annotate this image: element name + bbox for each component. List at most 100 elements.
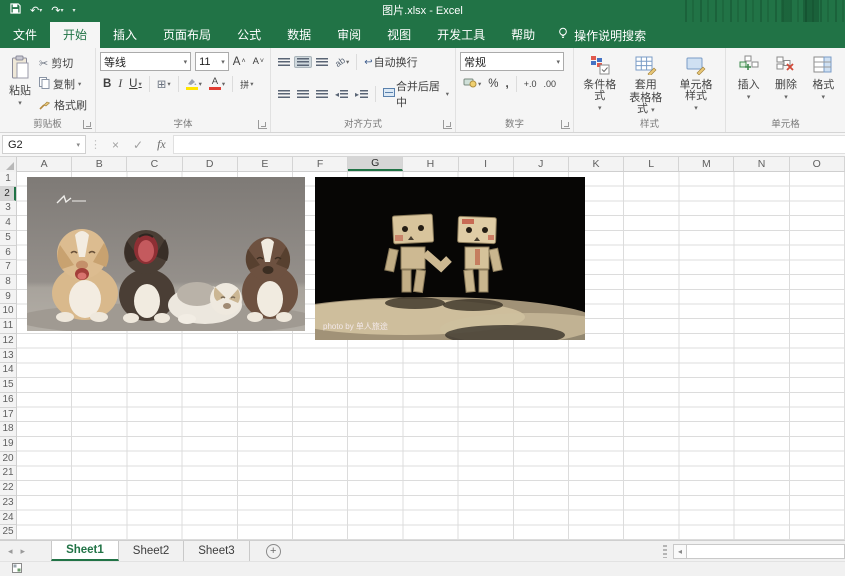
- tab-formulas[interactable]: 公式: [224, 22, 274, 48]
- row-header-7[interactable]: 7: [0, 260, 16, 275]
- tab-data[interactable]: 数据: [274, 22, 324, 48]
- name-box[interactable]: G2 ▾: [2, 135, 86, 154]
- row-header-19[interactable]: 19: [0, 437, 16, 452]
- decrease-decimal-button[interactable]: .00: [540, 77, 559, 91]
- row-header-6[interactable]: 6: [0, 246, 16, 261]
- insert-cells-button[interactable]: 插入 ▾: [733, 52, 765, 104]
- hscroll-left-icon[interactable]: ◂: [673, 544, 687, 559]
- row-header-16[interactable]: 16: [0, 393, 16, 408]
- column-header-C[interactable]: C: [127, 157, 182, 171]
- number-format-select[interactable]: 常规 ▾: [460, 52, 564, 71]
- row-header-23[interactable]: 23: [0, 496, 16, 511]
- format-painter-button[interactable]: 格式刷: [36, 96, 90, 114]
- cancel-icon[interactable]: ×: [105, 138, 126, 152]
- customize-qat-icon[interactable]: ▾: [72, 0, 75, 22]
- clipboard-dialog-launcher[interactable]: [83, 120, 92, 129]
- row-header-4[interactable]: 4: [0, 216, 16, 231]
- bold-button[interactable]: B: [100, 76, 114, 92]
- select-all-corner[interactable]: [0, 157, 17, 172]
- tab-insert[interactable]: 插入: [100, 22, 150, 48]
- align-center-button[interactable]: [294, 88, 312, 100]
- row-header-11[interactable]: 11: [0, 319, 16, 334]
- horizontal-scrollbar[interactable]: [687, 544, 845, 559]
- row-header-8[interactable]: 8: [0, 275, 16, 290]
- tab-page-layout[interactable]: 页面布局: [150, 22, 224, 48]
- column-header-J[interactable]: J: [514, 157, 569, 171]
- column-header-K[interactable]: K: [569, 157, 624, 171]
- row-header-24[interactable]: 24: [0, 511, 16, 526]
- copy-button[interactable]: 复制 ▾: [36, 75, 90, 93]
- font-name-select[interactable]: 等线 ▾: [100, 52, 191, 71]
- column-header-E[interactable]: E: [238, 157, 293, 171]
- macro-record-icon[interactable]: [12, 560, 22, 576]
- font-color-button[interactable]: A ▾: [206, 76, 228, 92]
- danbo-image[interactable]: photo by 单人旅途: [315, 177, 585, 345]
- decrease-indent-button[interactable]: ◂: [332, 88, 351, 101]
- tab-review[interactable]: 审阅: [324, 22, 374, 48]
- italic-button[interactable]: I: [115, 76, 125, 92]
- redo-icon[interactable]: ↷▾: [51, 0, 63, 22]
- column-header-N[interactable]: N: [734, 157, 789, 171]
- row-header-2[interactable]: 2: [0, 187, 16, 202]
- tell-me-search[interactable]: 操作说明搜索: [548, 22, 656, 48]
- format-cells-button[interactable]: 格式 ▾: [807, 52, 839, 104]
- sheet-nav-left-icon[interactable]: ◂: [0, 541, 21, 561]
- sheet-tab-sheet3[interactable]: Sheet3: [184, 541, 249, 561]
- row-header-25[interactable]: 25: [0, 525, 16, 540]
- tab-home[interactable]: 开始: [50, 22, 100, 48]
- phonetic-guide-button[interactable]: 拼▾: [237, 76, 256, 93]
- shrink-font-button[interactable]: A˅: [250, 54, 267, 69]
- row-header-10[interactable]: 10: [0, 304, 16, 319]
- number-dialog-launcher[interactable]: [561, 120, 570, 129]
- tab-help[interactable]: 帮助: [498, 22, 548, 48]
- align-right-button[interactable]: [313, 88, 331, 100]
- sheet-tab-sheet2[interactable]: Sheet2: [119, 541, 184, 561]
- column-header-H[interactable]: H: [403, 157, 458, 171]
- cut-button[interactable]: ✂ 剪切: [36, 54, 90, 72]
- row-header-20[interactable]: 20: [0, 452, 16, 467]
- undo-icon[interactable]: ↶▾: [30, 0, 42, 22]
- merge-center-button[interactable]: 合并后居中 ▾: [380, 76, 452, 112]
- sheet-tab-sheet1[interactable]: Sheet1: [51, 541, 119, 561]
- column-header-F[interactable]: F: [293, 157, 348, 171]
- increase-indent-button[interactable]: ▸: [352, 88, 371, 101]
- alignment-dialog-launcher[interactable]: [443, 120, 452, 129]
- row-header-21[interactable]: 21: [0, 466, 16, 481]
- column-header-D[interactable]: D: [183, 157, 238, 171]
- column-header-A[interactable]: A: [17, 157, 72, 171]
- column-header-G[interactable]: G: [348, 157, 403, 171]
- cell-styles-button[interactable]: 单元格样式 ▾: [670, 52, 722, 115]
- insert-function-icon[interactable]: fx: [150, 137, 173, 152]
- paste-button[interactable]: 粘贴 ▾: [4, 52, 36, 110]
- percent-style-button[interactable]: %: [485, 76, 501, 92]
- row-header-9[interactable]: 9: [0, 290, 16, 305]
- row-header-15[interactable]: 15: [0, 378, 16, 393]
- grow-font-button[interactable]: A˄: [230, 54, 249, 70]
- bottom-align-button[interactable]: [313, 56, 331, 68]
- underline-button[interactable]: U▾: [126, 76, 145, 92]
- tab-file[interactable]: 文件: [0, 22, 50, 48]
- align-left-button[interactable]: [275, 88, 293, 100]
- column-header-I[interactable]: I: [459, 157, 514, 171]
- column-header-B[interactable]: B: [72, 157, 127, 171]
- middle-align-button[interactable]: [294, 56, 312, 68]
- borders-button[interactable]: ⊞▾: [154, 75, 174, 93]
- save-icon[interactable]: [10, 0, 21, 22]
- format-as-table-button[interactable]: 套用 表格格式 ▾: [622, 52, 671, 119]
- orientation-button[interactable]: ab▾: [332, 55, 352, 69]
- comma-style-button[interactable]: ,: [503, 76, 512, 92]
- column-header-M[interactable]: M: [679, 157, 734, 171]
- fill-color-button[interactable]: ▾: [183, 76, 205, 92]
- font-dialog-launcher[interactable]: [258, 120, 267, 129]
- increase-decimal-button[interactable]: +.0: [521, 77, 540, 91]
- row-header-1[interactable]: 1: [0, 172, 16, 187]
- formula-input[interactable]: [173, 135, 845, 154]
- row-header-17[interactable]: 17: [0, 408, 16, 423]
- row-header-5[interactable]: 5: [0, 231, 16, 246]
- sheet-nav-right-icon[interactable]: ▸: [21, 541, 34, 561]
- row-header-18[interactable]: 18: [0, 422, 16, 437]
- column-header-O[interactable]: O: [790, 157, 845, 171]
- row-header-14[interactable]: 14: [0, 363, 16, 378]
- scrollbar-grip[interactable]: [663, 545, 667, 558]
- top-align-button[interactable]: [275, 56, 293, 68]
